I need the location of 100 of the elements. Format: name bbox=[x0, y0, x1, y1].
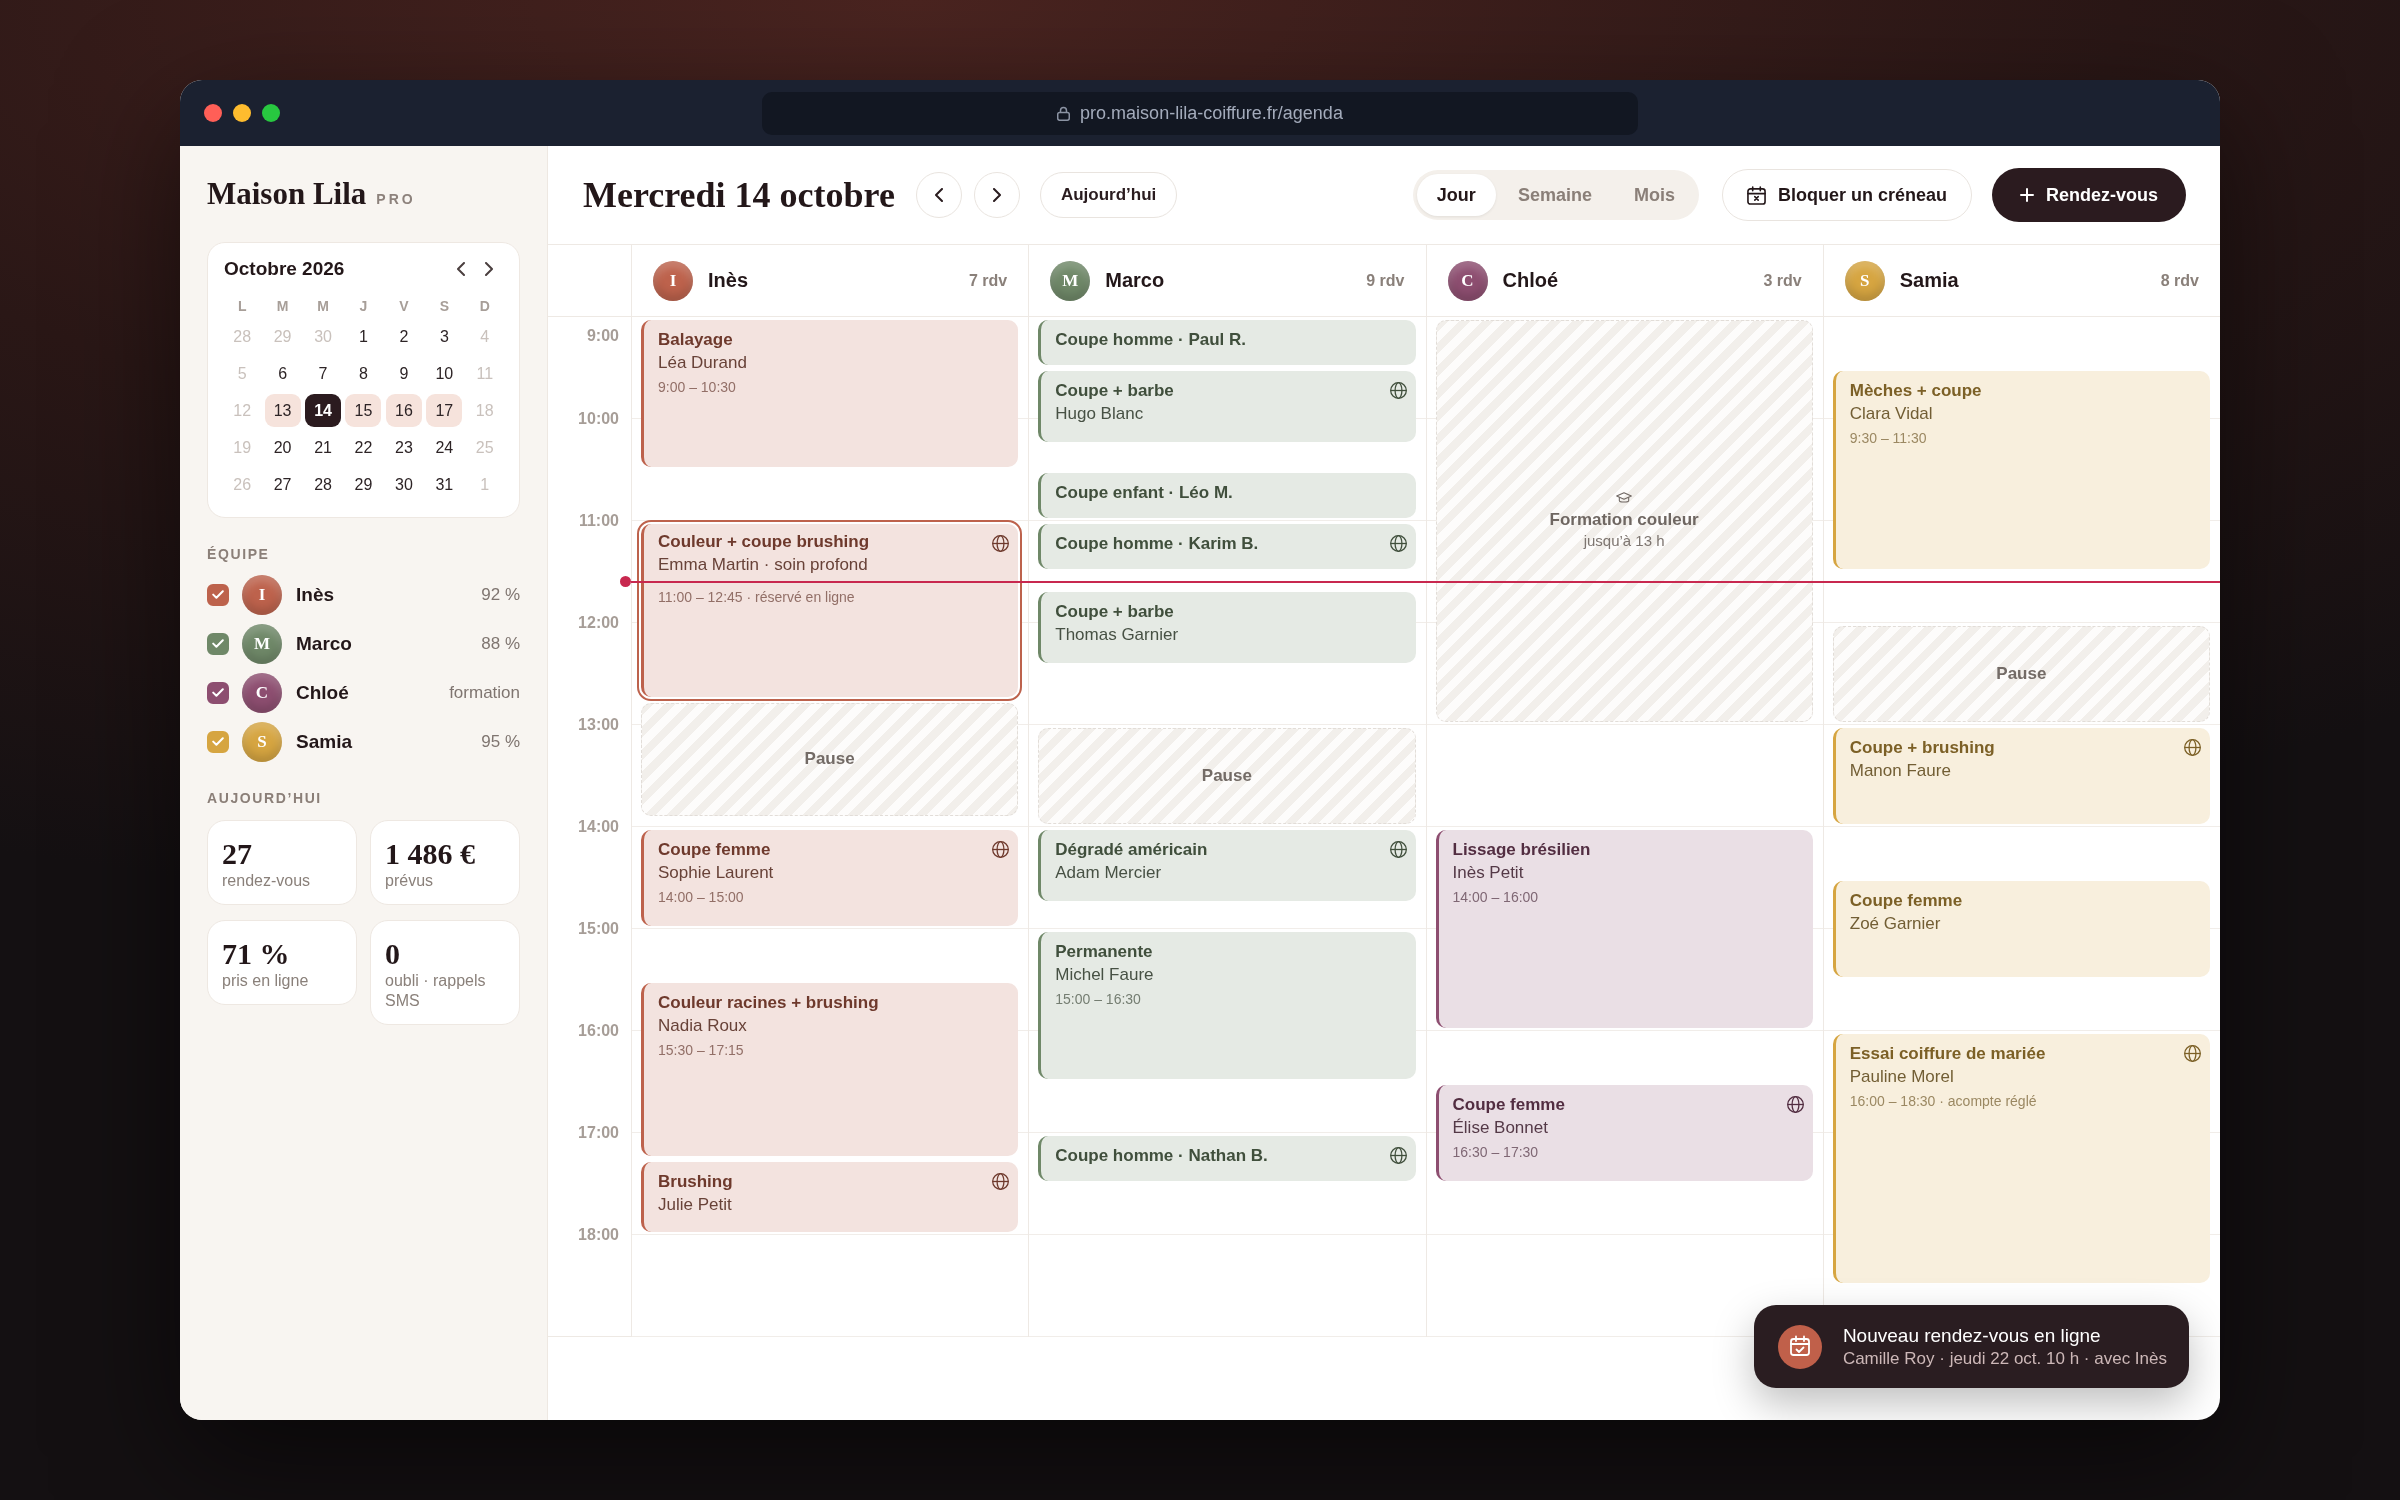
calendar-day[interactable]: 15 bbox=[345, 394, 382, 427]
chevron-right-icon[interactable] bbox=[485, 262, 493, 276]
month-title: Octobre 2026 bbox=[224, 258, 346, 280]
appointment-title: Coupe femme bbox=[1452, 1094, 1566, 1116]
appointment-card[interactable]: Coupe enfant · Léo M. bbox=[1038, 473, 1416, 518]
client-name: Thomas Garnier bbox=[1055, 624, 1180, 647]
appointment-card[interactable]: Coupe + barbe Thomas Garnier bbox=[1038, 592, 1416, 663]
calendar-day[interactable]: 29 bbox=[345, 468, 382, 501]
calendar-day[interactable]: 28 bbox=[305, 468, 342, 501]
weekday-label: V bbox=[399, 298, 409, 314]
date-title: Mercredi 14 octobre bbox=[583, 174, 895, 217]
appointment-title: Balayage bbox=[658, 329, 734, 351]
today-button[interactable]: Aujourd’hui bbox=[1039, 172, 1178, 218]
window-zoom-button[interactable] bbox=[262, 104, 280, 122]
calendar-day[interactable]: 21 bbox=[305, 431, 342, 464]
appointment-title: Couleur + coupe brushing bbox=[658, 531, 871, 553]
calendar-day[interactable]: 23 bbox=[385, 431, 422, 464]
calendar-day[interactable]: 8 bbox=[345, 357, 382, 390]
calendar-day[interactable]: 10 bbox=[426, 357, 463, 390]
avatar: C bbox=[1447, 260, 1488, 301]
block-slot-button[interactable]: Bloquer un créneau bbox=[1721, 169, 1972, 221]
calendar-day[interactable]: 27 bbox=[264, 468, 301, 501]
member-stat: 92 % bbox=[481, 584, 520, 605]
staff-name: Samia bbox=[1899, 269, 1960, 292]
avatar: S bbox=[1844, 260, 1885, 301]
appointment-title: Permanente bbox=[1055, 941, 1154, 963]
appointment-card[interactable]: Mèches + coupe Clara Vidal 9:30 – 11:30 bbox=[1832, 371, 2210, 569]
client-name: Michel Faure bbox=[1055, 964, 1155, 986]
staff-name: Inès bbox=[708, 269, 750, 292]
calendar-day[interactable]: 14 bbox=[305, 394, 342, 427]
calendar-day[interactable]: 7 bbox=[305, 357, 342, 390]
avatar: M bbox=[242, 623, 282, 664]
appointment-card[interactable]: Coupe homme · Nathan B. bbox=[1038, 1136, 1416, 1181]
chevron-left-icon bbox=[934, 188, 943, 202]
checkbox[interactable] bbox=[207, 730, 229, 753]
appointment-card[interactable]: Couleur racines + brushing Nadia Roux 15:30 – 17:15 bbox=[641, 983, 1019, 1156]
appointment-card[interactable]: Coupe femme Élise Bonnet 16:30 – 17:30 bbox=[1435, 1085, 1813, 1181]
checkbox[interactable] bbox=[207, 583, 229, 606]
appointment-card[interactable]: Coupe + barbe Hugo Blanc bbox=[1038, 371, 1416, 442]
calendar-day[interactable]: 30 bbox=[385, 468, 422, 501]
calendar-day[interactable]: 31 bbox=[426, 468, 463, 501]
appointment-count: 8 rdv bbox=[2160, 271, 2199, 290]
appointment-title: Coupe homme · Karim B. bbox=[1055, 533, 1260, 555]
check-icon bbox=[212, 590, 224, 599]
check-icon bbox=[212, 688, 224, 697]
appointment-time: 11:00 – 12:45 · réservé en ligne bbox=[658, 588, 856, 607]
appointment-card[interactable]: Essai coiffure de mariée Pauline Morel 16:00 – 18:30 · acompte réglé bbox=[1832, 1034, 2210, 1283]
appointment-title: Couleur racines + brushing bbox=[658, 992, 880, 1014]
time-label: 15:00 bbox=[578, 919, 619, 939]
lock-icon bbox=[1057, 105, 1071, 121]
calendar-day[interactable]: 20 bbox=[264, 431, 301, 464]
appointment-card[interactable]: Permanente Michel Faure 15:00 – 16:30 bbox=[1038, 932, 1416, 1079]
checkbox[interactable] bbox=[207, 632, 229, 655]
stat-label: oubli · rappels SMS bbox=[385, 971, 487, 1011]
appointment-card[interactable]: Balayage Léa Durand 9:00 – 10:30 bbox=[641, 320, 1019, 467]
calendar-day[interactable]: 22 bbox=[345, 431, 382, 464]
stat-value: 27 bbox=[222, 837, 253, 871]
appointment-card[interactable]: Coupe + brushing Manon Faure bbox=[1832, 728, 2210, 824]
checkbox[interactable] bbox=[207, 681, 229, 704]
client-name: Pauline Morel bbox=[1849, 1066, 1955, 1088]
calendar-day[interactable]: 9 bbox=[385, 357, 422, 390]
appointment-title: Mèches + coupe bbox=[1849, 380, 1983, 402]
calendar-day[interactable]: 6 bbox=[264, 357, 301, 390]
appointment-title: Coupe femme bbox=[1849, 890, 1964, 912]
new-appointment-button[interactable]: Rendez-vous bbox=[1991, 168, 2186, 222]
appointment-card[interactable]: Lissage brésilien Inès Petit 14:00 – 16:00 bbox=[1435, 830, 1813, 1028]
appointment-card[interactable]: Coupe femme Sophie Laurent 14:00 – 15:00 bbox=[641, 830, 1019, 926]
member-name: Samia bbox=[296, 730, 353, 753]
appointment-title: Essai coiffure de mariée bbox=[1849, 1043, 2047, 1065]
section-heading: AUJOURD’HUI bbox=[207, 790, 323, 806]
appointment-card[interactable]: Coupe homme · Paul R. bbox=[1038, 320, 1416, 365]
appointment-title: Lissage brésilien bbox=[1452, 839, 1592, 861]
calendar-day[interactable]: 13 bbox=[264, 394, 301, 427]
appointment-title: Coupe homme · Nathan B. bbox=[1055, 1145, 1269, 1167]
calendar-day[interactable]: 16 bbox=[385, 394, 422, 427]
member-name: Chloé bbox=[296, 681, 350, 704]
window-close-button[interactable] bbox=[204, 104, 222, 122]
appointment-card[interactable]: Brushing Julie Petit bbox=[641, 1161, 1019, 1232]
chevron-left-icon[interactable] bbox=[457, 262, 465, 276]
appointment-card[interactable]: Coupe femme Zoé Garnier bbox=[1832, 881, 2210, 977]
appointment-time: 16:00 – 18:30 · acompte réglé bbox=[1849, 1092, 2038, 1111]
weekday-label: M bbox=[276, 298, 289, 314]
calendar-day[interactable]: 2 bbox=[385, 320, 422, 353]
appointment-card[interactable]: Coupe homme · Karim B. bbox=[1038, 524, 1416, 569]
calendar-day[interactable]: 24 bbox=[426, 431, 463, 464]
view-tab[interactable]: Jour bbox=[1416, 174, 1496, 216]
appointment-time: 14:00 – 16:00 bbox=[1452, 888, 1540, 907]
address-bar[interactable]: pro.maison-lila-coiffure.fr/agenda bbox=[762, 91, 1638, 135]
calendar-day[interactable]: 1 bbox=[345, 320, 382, 353]
appointment-count: 7 rdv bbox=[969, 271, 1008, 290]
time-label: 10:00 bbox=[578, 409, 619, 429]
time-label: 14:00 bbox=[578, 817, 619, 837]
time-label: 18:00 bbox=[578, 1225, 619, 1245]
appointment-card[interactable]: Couleur + coupe brushing Emma Martin · soin profond 11:00 – 12:45 · réservé en ligne bbox=[637, 520, 1023, 701]
time-label: 16:00 bbox=[578, 1021, 619, 1041]
calendar-day[interactable]: 17 bbox=[426, 394, 463, 427]
calendar-day[interactable]: 3 bbox=[426, 320, 463, 353]
training-title: Formation couleur bbox=[1549, 509, 1699, 531]
appointment-card[interactable]: Dégradé américain Adam Mercier bbox=[1038, 830, 1416, 901]
window-minimize-button[interactable] bbox=[233, 104, 251, 122]
